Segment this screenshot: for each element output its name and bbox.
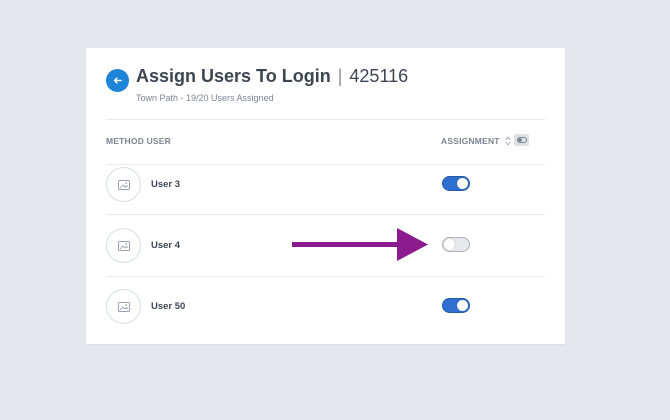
page-title-text: Assign Users To Login — [136, 66, 331, 86]
page-subtitle: Town Path - 19/20 Users Assigned — [136, 93, 274, 103]
user-name: User 4 — [151, 240, 181, 251]
user-avatar — [106, 228, 141, 263]
assignment-toggle[interactable] — [442, 298, 470, 313]
user-name: User 50 — [151, 301, 186, 312]
arrow-left-icon — [113, 77, 122, 84]
arrow-right-icon — [292, 228, 428, 261]
back-button[interactable] — [106, 69, 129, 92]
user-avatar — [106, 289, 141, 324]
page-title: Assign Users To Login | 425116 — [136, 66, 408, 87]
user-name: User 3 — [151, 179, 181, 190]
column-header-assignment-label: ASSIGNMENT — [441, 136, 500, 146]
title-separator: | — [337, 66, 343, 86]
column-header-method-user[interactable]: METHOD USER — [106, 136, 171, 146]
image-placeholder-icon — [117, 179, 130, 190]
column-header-assignment[interactable]: ASSIGNMENT — [441, 136, 511, 146]
table-row: User 50 — [86, 277, 565, 344]
table-row: User 3 — [86, 165, 565, 214]
assignment-toggle[interactable] — [442, 176, 470, 191]
toggle-knob — [457, 178, 468, 189]
image-placeholder-icon — [117, 301, 130, 312]
sort-icon[interactable] — [505, 136, 511, 146]
login-id: 425116 — [349, 66, 409, 86]
header-divider — [106, 119, 545, 120]
bulk-assign-toggle[interactable] — [514, 134, 529, 146]
assign-users-card: Assign Users To Login | 425116 Town Path… — [86, 48, 565, 344]
toggle-icon — [516, 137, 527, 143]
toggle-knob — [457, 300, 468, 311]
image-placeholder-icon — [117, 240, 130, 251]
user-avatar — [106, 167, 141, 202]
assignment-toggle[interactable] — [442, 237, 470, 252]
toggle-knob — [444, 239, 455, 250]
